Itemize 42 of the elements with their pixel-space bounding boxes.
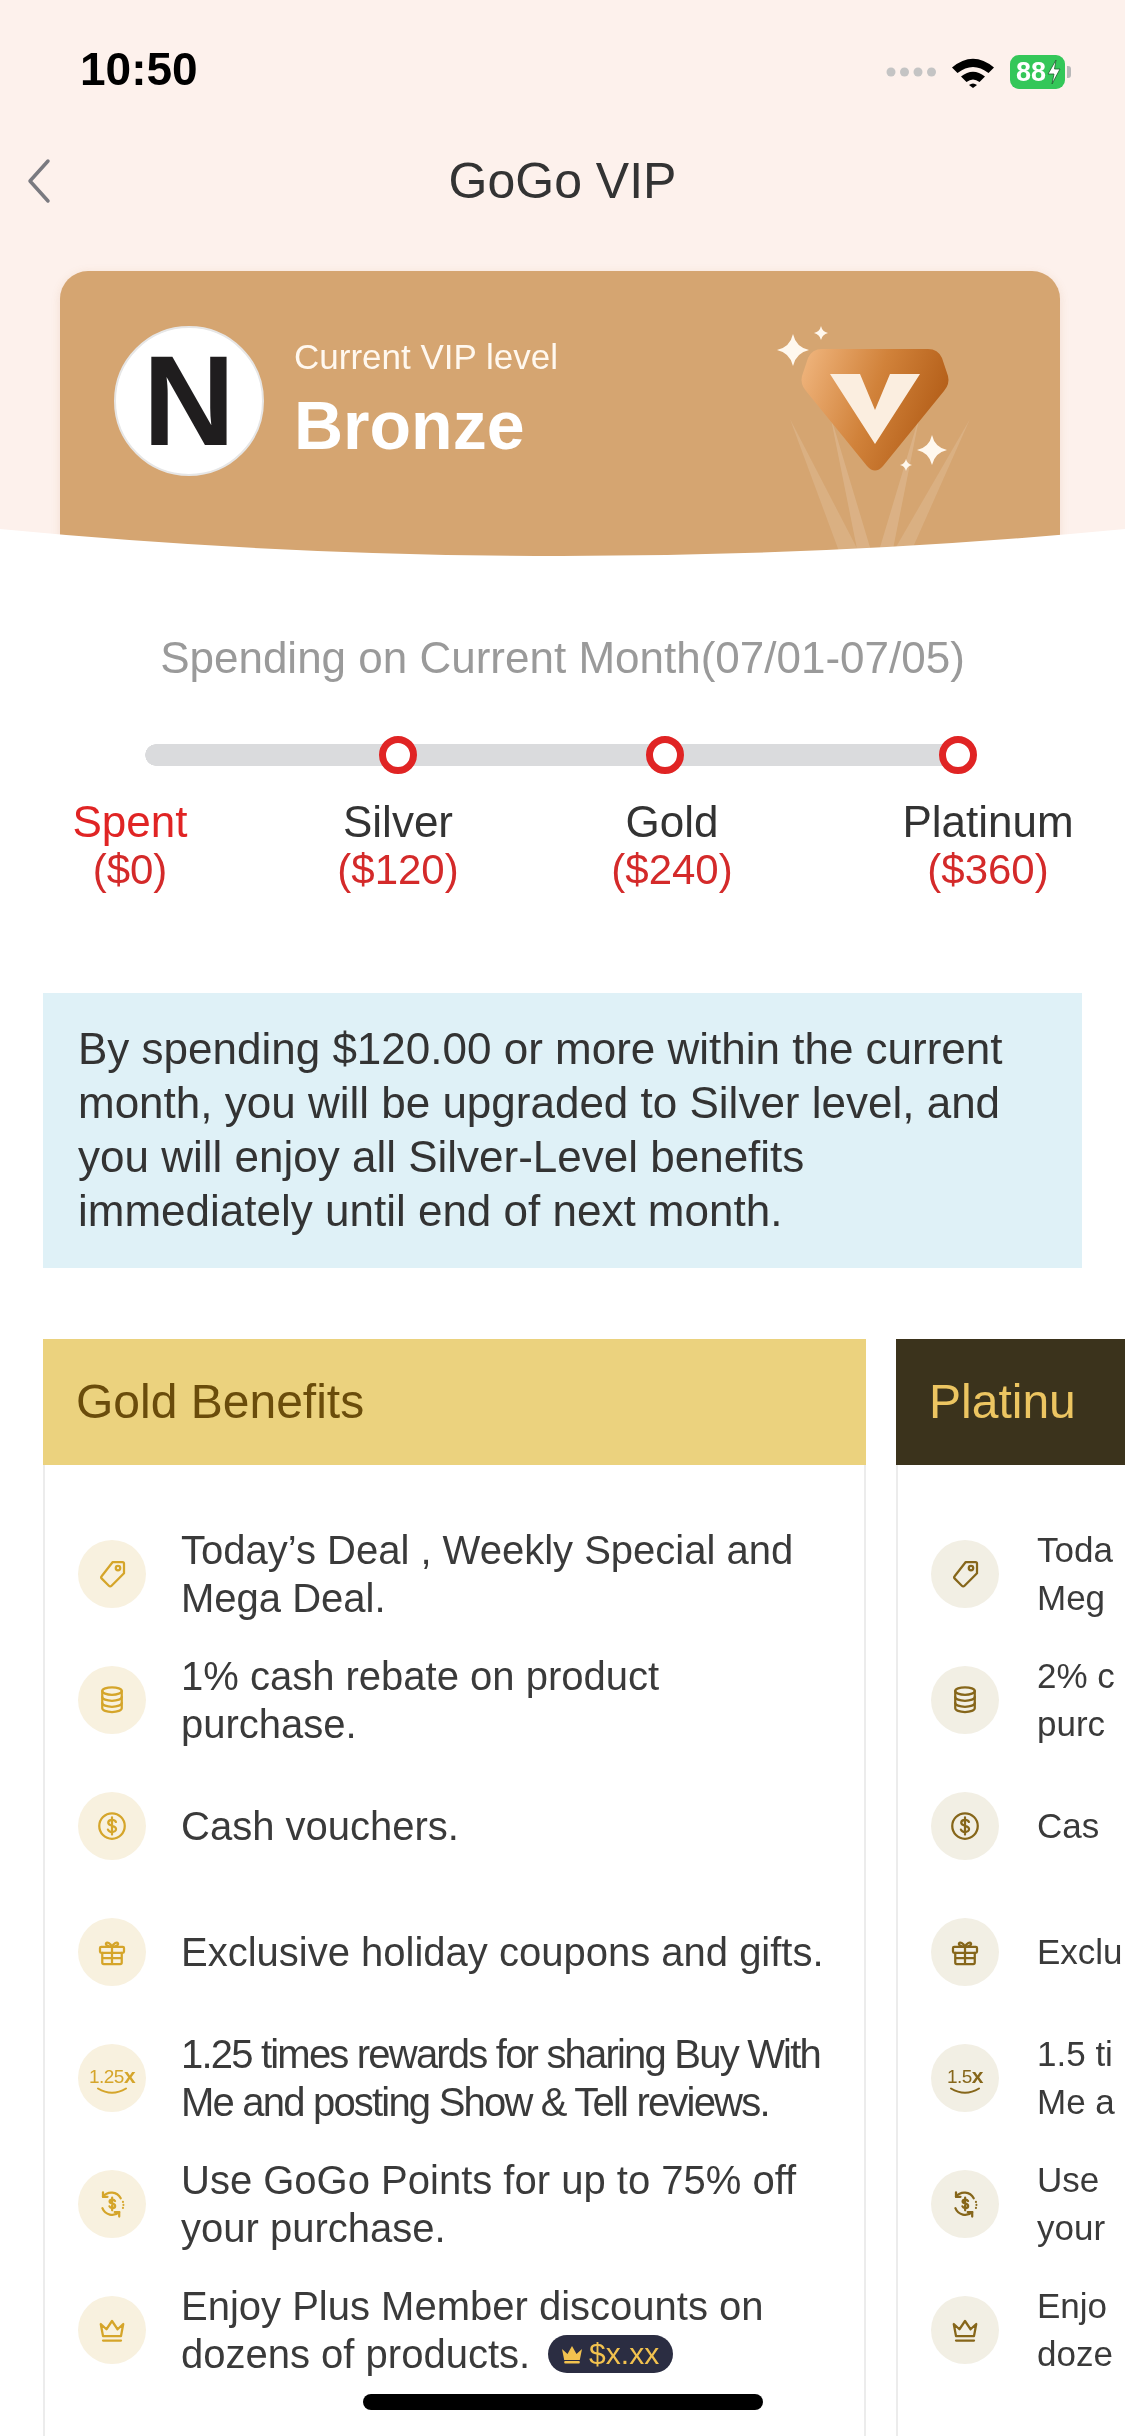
avatar: N [114, 326, 264, 476]
signal-icon [885, 67, 936, 77]
benefit-text: Today’s Deal , Weekly Special and Mega Deal. [181, 1527, 795, 1622]
milestone-amount: ($360) [927, 847, 1049, 893]
benefit-text: Exclu [1037, 1931, 1123, 1973]
chevron-left-icon [26, 158, 52, 204]
wifi-icon [949, 56, 996, 88]
card-title: Gold Benefits [76, 1374, 365, 1430]
milestone-name: Spent [72, 797, 188, 847]
battery-percent: 88 [1015, 57, 1046, 87]
spending-period-title: Spending on Current Month(07/01-07/05) [160, 632, 965, 684]
page-title: GoGo VIP [448, 152, 677, 211]
milestone-amount: ($240) [611, 847, 733, 893]
milestone-name: Silver [343, 797, 453, 847]
multiplier-icon: 1.25x [78, 2044, 146, 2112]
benefit-text: 1.25 times rewards for sharing Buy With Me and posting Show & Tell reviews. [181, 2031, 821, 2126]
milestone-marker-icon [379, 736, 417, 774]
benefit-text: Use GoGo Points for up to 75% off your purchase. [181, 2157, 798, 2252]
benefit-text: 1.5 ti Me a [1037, 2033, 1115, 2123]
benefit-text: Cas [1037, 1805, 1100, 1847]
benefit-text: Cash vouchers. [181, 1803, 460, 1850]
info-text: By spending $120.00 or more within the current month, you will be upgraded to Silver level, and you will enjoy all Silver-Level benefits immediately until end of next month. [78, 1023, 1004, 1237]
milestone-name: Gold [625, 797, 719, 847]
crown-icon [560, 2344, 585, 2365]
benefit-text: Enjo doze [1037, 2285, 1113, 2375]
benefit-text: Use your [1037, 2159, 1106, 2249]
milestone-name: Platinum [902, 797, 1074, 847]
status-time: 10:50 [80, 43, 198, 95]
benefit-text: Toda Meg [1037, 1529, 1113, 1619]
milestone-marker-icon [939, 736, 977, 774]
milestone-amount: ($0) [92, 847, 168, 893]
vip-level-name: Bronze [294, 387, 525, 463]
benefit-text: Enjoy Plus Member discounts on dozens of products. $x.xx [181, 2283, 765, 2378]
milestone-amount: ($120) [337, 847, 459, 893]
benefit-text: Exclusive holiday coupons and gifts. [181, 1929, 825, 1976]
vip-level-label: Current VIP level [294, 336, 558, 378]
milestone-marker-icon [646, 736, 684, 774]
member-price: $x.xx [589, 2337, 660, 2372]
benefit-text: 2% c purc [1037, 1655, 1115, 1745]
card-title: Platinu [929, 1374, 1076, 1430]
benefit-text: 1% cash rebate on product purchase. [181, 1653, 661, 1748]
multiplier-icon: 1.5x [931, 2044, 999, 2112]
